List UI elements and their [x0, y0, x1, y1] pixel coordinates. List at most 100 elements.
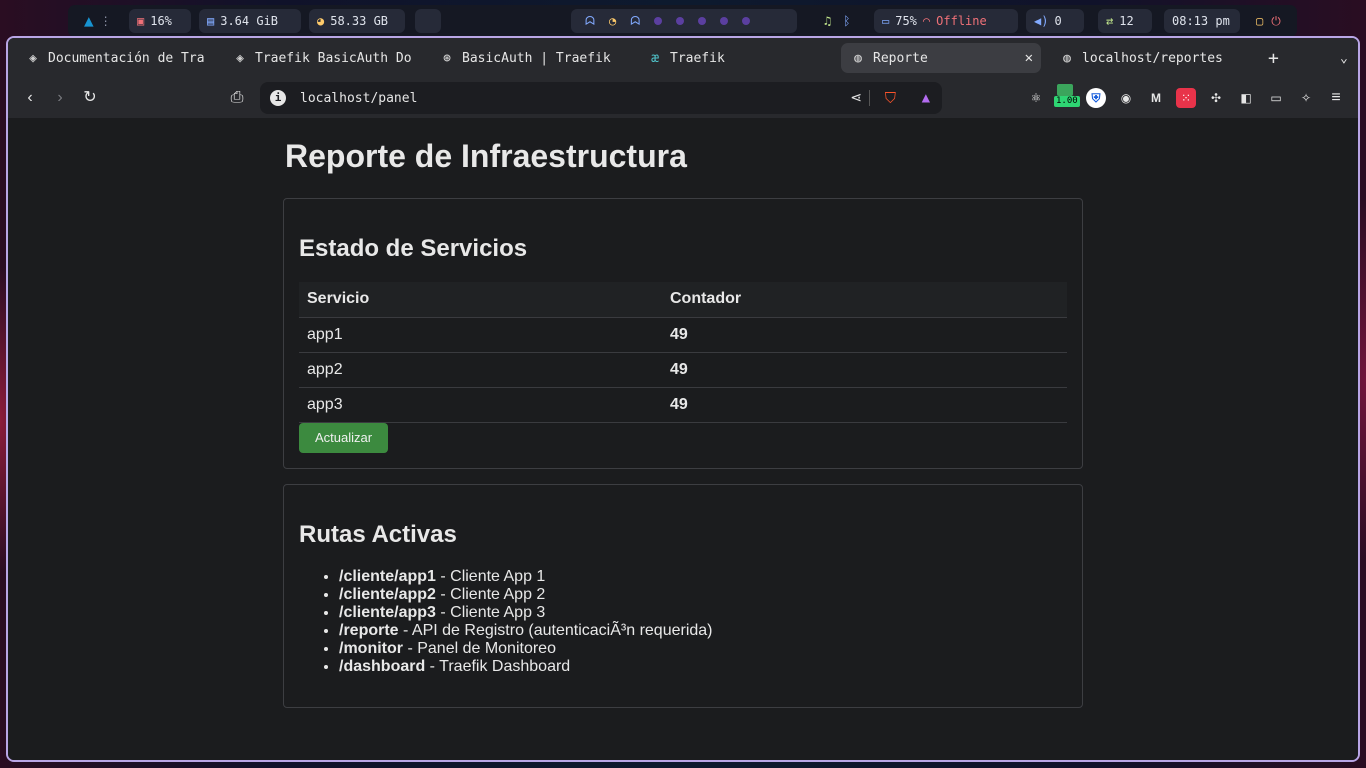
new-tab-button[interactable]: + [1258, 43, 1286, 73]
routes-card: Rutas Activas /cliente/app1 - Cliente Ap… [283, 484, 1083, 708]
page-viewport: Reporte de Infraestructura Estado de Ser… [8, 118, 1358, 760]
tab-basicauth[interactable]: ⊛ BasicAuth | Traefik [430, 43, 630, 73]
route-description: - Cliente App 2 [435, 586, 546, 603]
chevron-down-icon: ⌄ [1340, 50, 1348, 66]
tab-traefik-basicauth[interactable]: ◈ Traefik BasicAuth Do [223, 43, 423, 73]
route-description: - Panel de Monitoreo [403, 640, 556, 657]
globe-icon: ◍ [854, 50, 862, 66]
arch-logo-icon[interactable]: ▲ [84, 13, 94, 29]
route-path: /monitor [339, 640, 403, 657]
back-button[interactable]: ‹ [20, 88, 40, 108]
workspace-dot[interactable] [698, 17, 707, 25]
globe-icon: ◍ [1063, 50, 1071, 66]
route-description: - Cliente App 1 [435, 568, 546, 585]
route-description: - Cliente App 3 [435, 604, 546, 621]
power-icon[interactable]: ⏻ [1271, 15, 1281, 27]
workspace-ghost-icon[interactable]: ᗣ [585, 15, 595, 27]
close-tab-icon[interactable]: ✕ [1025, 50, 1033, 66]
workspace-dot[interactable] [720, 17, 729, 25]
service-name: app3 [299, 387, 662, 423]
workspace-ghost-icon[interactable]: ᗣ [630, 15, 640, 27]
route-description: - API de Registro (autenticaciÃ³n requer… [398, 622, 713, 639]
volume-widget[interactable]: ◀) 0 [1026, 9, 1084, 33]
power-network-widget[interactable]: ▭ 75% ◠ Offline [874, 9, 1018, 33]
refresh-button[interactable]: Actualizar [299, 423, 388, 453]
bookmark-button[interactable]: ⎙ [227, 88, 247, 108]
workspace-dot[interactable] [654, 17, 663, 25]
cpu-usage: 16% [150, 14, 172, 28]
disk-widget[interactable]: ◕ 58.33 GB [309, 9, 405, 33]
tab-list-button[interactable]: ⌄ [1330, 43, 1356, 73]
nav-toolbar: ‹ › ↻ ⎙ i localhost/panel ⋖ ⛉ ▲ ⚛ 1.00 ⛨… [8, 78, 1358, 118]
service-count: 49 [662, 387, 1067, 423]
tab-reporte[interactable]: ◍ Reporte ✕ [841, 43, 1041, 73]
extension-badge-icon[interactable]: 1.00 [1054, 84, 1080, 110]
tab-strip: ◈ Documentación de Tra ◈ Traefik BasicAu… [8, 38, 1358, 78]
m-extension-icon[interactable]: M [1146, 88, 1166, 108]
wallet-icon[interactable]: ▭ [1266, 88, 1286, 108]
music-icon[interactable]: ♫ [824, 15, 831, 27]
leo-ai-icon[interactable]: ✧ [1296, 88, 1316, 108]
url-text[interactable]: localhost/panel [300, 91, 417, 106]
workspace-pacman-icon[interactable]: ◔ [609, 15, 616, 27]
tab-title: Traefik BasicAuth Do [255, 50, 412, 66]
list-item: /cliente/app1 - Cliente App 1 [339, 568, 713, 586]
list-item: /dashboard - Traefik Dashboard [339, 658, 713, 676]
network-status: Offline [936, 14, 987, 28]
tab-traefik[interactable]: æ Traefik [638, 43, 818, 73]
list-item: /cliente/app3 - Cliente App 3 [339, 604, 713, 622]
launcher[interactable]: ▲ ⋮ [76, 9, 126, 33]
clock-widget[interactable]: 08:13 pm [1164, 9, 1240, 33]
layers-icon: ◈ [236, 50, 244, 66]
service-name: app1 [299, 317, 662, 353]
page-title: Reporte de Infraestructura [285, 138, 687, 174]
main-menu-icon[interactable]: ≡ [1326, 88, 1346, 108]
tab-title: Documentación de Tra [48, 50, 205, 66]
cpu-widget[interactable]: ▣ 16% [129, 9, 191, 33]
wifi-icon: ◠ [922, 14, 931, 28]
tab-title: localhost/reportes [1082, 50, 1223, 66]
updates-widget[interactable]: ⇄ 12 [1098, 9, 1152, 33]
service-count: 49 [662, 352, 1067, 388]
speaker-icon: ◀) [1034, 14, 1049, 28]
bitwarden-icon[interactable]: ⛨ [1086, 88, 1106, 108]
workspaces[interactable]: ᗣ ◔ ᗣ [571, 9, 797, 33]
workspace-dot[interactable] [742, 17, 751, 25]
share-icon[interactable]: ⋖ [850, 90, 862, 106]
traefik-dashboard-icon: æ [651, 50, 659, 66]
list-item: /monitor - Panel de Monitoreo [339, 640, 713, 658]
sidebar-toggle-icon[interactable]: ◧ [1236, 88, 1256, 108]
empty-widget [415, 9, 441, 33]
battery-level: 75% [895, 14, 917, 28]
bluetooth-icon[interactable]: ᛒ [843, 15, 850, 27]
clock: 08:13 pm [1172, 14, 1230, 28]
spy-extension-icon[interactable]: ◉ [1116, 88, 1136, 108]
table-row: app1 49 [299, 317, 1067, 353]
extensions-puzzle-icon[interactable]: ✣ [1206, 88, 1226, 108]
route-path: /cliente/app2 [339, 586, 436, 603]
ram-usage: 3.64 GiB [220, 14, 279, 28]
site-info-icon[interactable]: i [270, 90, 286, 106]
table-row: app2 49 [299, 352, 1067, 388]
service-name: app2 [299, 352, 662, 388]
route-path: /dashboard [339, 658, 426, 675]
tab-title: Reporte [873, 50, 928, 66]
tab-localhost-reportes[interactable]: ◍ localhost/reportes [1050, 43, 1250, 73]
notification-icon[interactable]: ▢ [1256, 15, 1263, 27]
disk-pie-icon: ◕ [317, 14, 325, 28]
address-bar[interactable]: i localhost/panel ⋖ ⛉ ▲ [260, 82, 942, 114]
brave-rewards-icon[interactable]: ▲ [922, 90, 930, 106]
brave-shields-icon[interactable]: ⛉ [885, 89, 896, 107]
red-extension-icon[interactable]: ⁙ [1176, 88, 1196, 108]
disk-usage: 58.33 GB [330, 14, 389, 28]
reload-button[interactable]: ↻ [80, 88, 100, 108]
forward-button[interactable]: › [50, 88, 70, 108]
workspace-dot[interactable] [676, 17, 685, 25]
updates-icon: ⇄ [1106, 14, 1114, 28]
react-devtools-icon[interactable]: ⚛ [1026, 88, 1046, 108]
ram-widget[interactable]: ▤ 3.64 GiB [199, 9, 301, 33]
tab-documentacion[interactable]: ◈ Documentación de Tra [16, 43, 218, 73]
menu-dots-icon[interactable]: ⋮ [100, 15, 112, 27]
services-heading: Estado de Servicios [299, 235, 528, 262]
plus-icon: + [1268, 47, 1279, 69]
